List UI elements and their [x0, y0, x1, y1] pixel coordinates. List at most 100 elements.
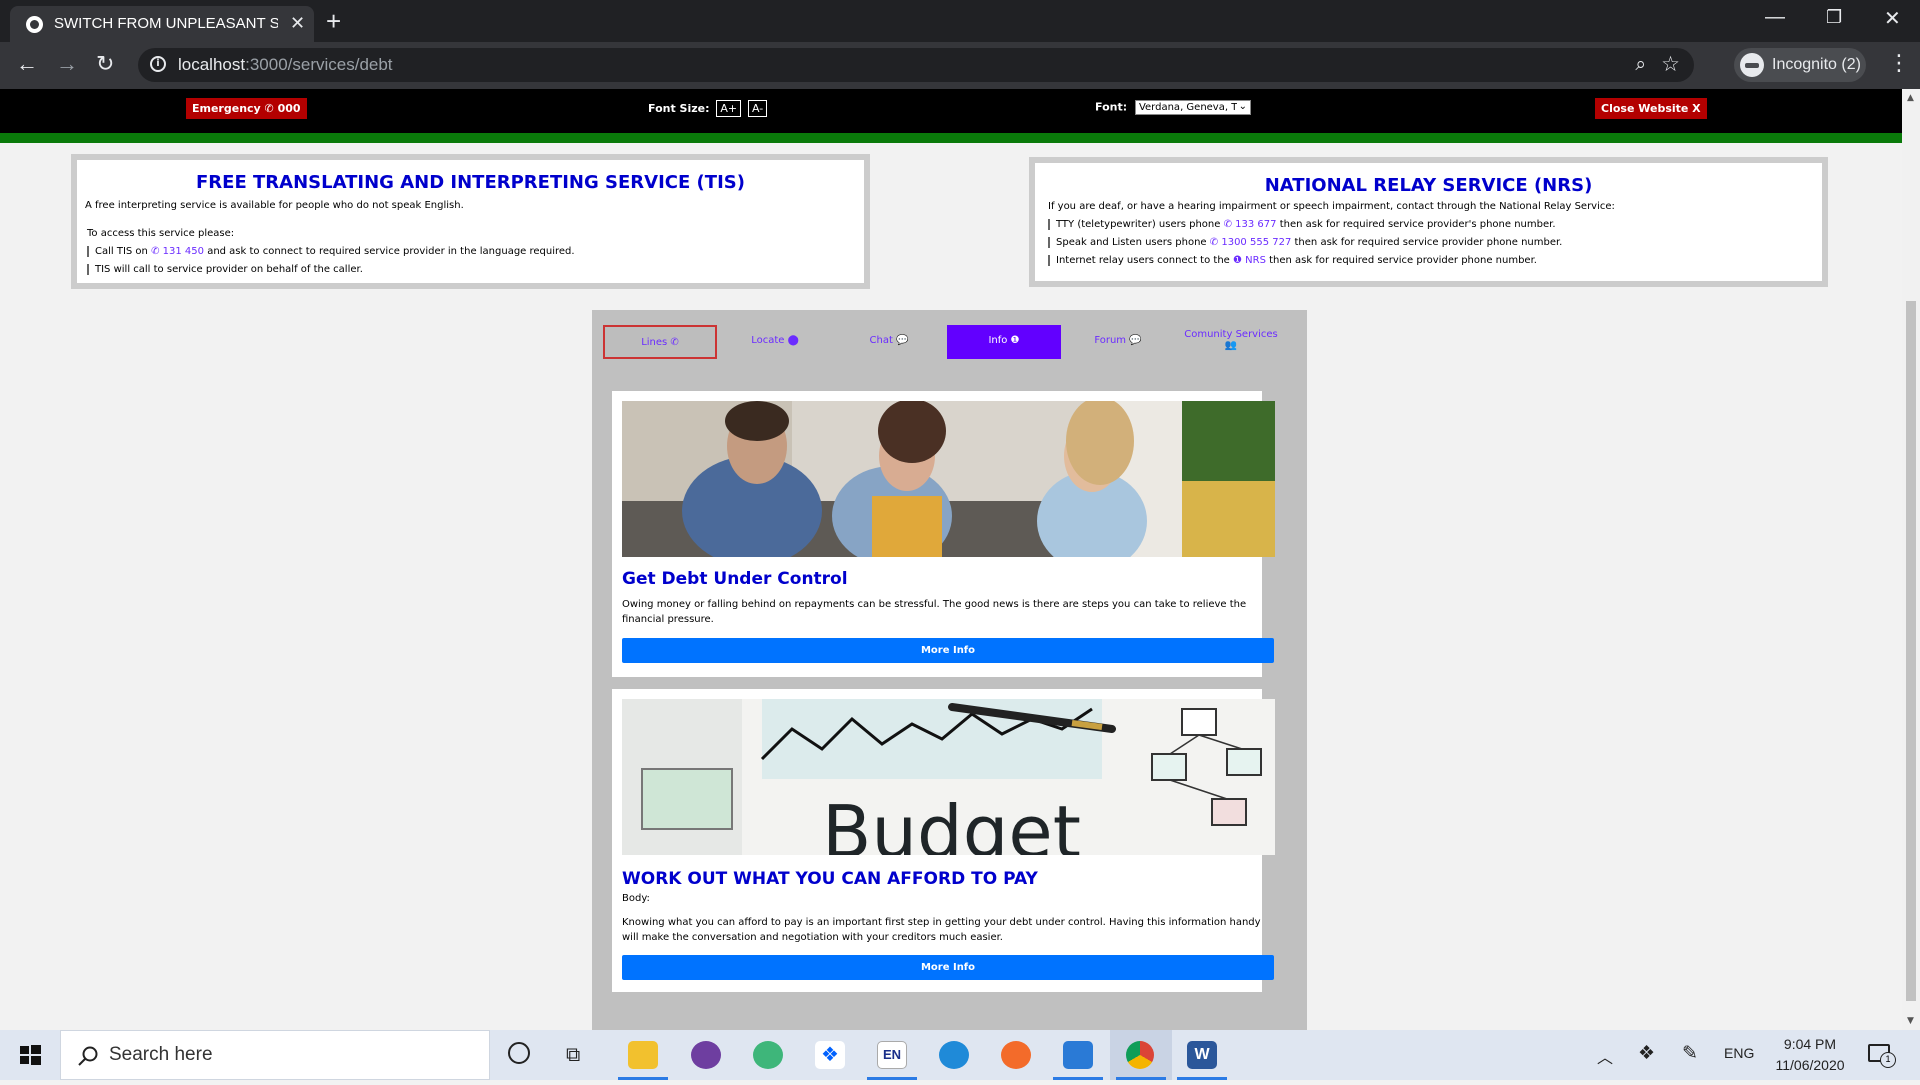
- services-panel: Lines ✆ Locate ⬤ Chat 💬 Info ❶ Forum 💬 C…: [592, 310, 1307, 1030]
- more-info-button[interactable]: More Info: [622, 955, 1274, 980]
- edge-icon[interactable]: [939, 1041, 969, 1069]
- nrs-speak-phone-link[interactable]: ✆ 1300 555 727: [1210, 237, 1292, 248]
- tis-intro: A free interpreting service is available…: [85, 200, 464, 211]
- windows-start-button[interactable]: [0, 1030, 60, 1080]
- font-family-select[interactable]: Verdana, Geneva, T ⌄: [1134, 100, 1251, 115]
- restore-button[interactable]: ❐: [1826, 7, 1842, 28]
- taskbar-search-input[interactable]: Search here: [60, 1030, 490, 1080]
- tis-step-call: Call TIS on ✆ 131 450 and ask to connect…: [87, 246, 575, 257]
- green-divider: [0, 133, 1902, 143]
- nrs-tty-post: then ask for required service provider's…: [1279, 219, 1556, 230]
- debt-control-card: Get Debt Under Control Owing money or fa…: [612, 391, 1275, 677]
- accessibility-bar: Emergency ✆ 000 Font Size: A+ A- Font: V…: [0, 89, 1902, 133]
- pen-icon[interactable]: ✎: [1682, 1042, 1698, 1065]
- reload-icon[interactable]: ↻: [96, 51, 114, 77]
- nrs-tty-phone-link[interactable]: ✆ 133 677: [1224, 219, 1277, 230]
- font-decrease-button[interactable]: A-: [747, 100, 768, 117]
- browser-menu-icon[interactable]: ⋮: [1888, 51, 1910, 76]
- browser-tab[interactable]: SWITCH FROM UNPLEASANT SC ✕: [10, 6, 314, 42]
- dropbox-icon[interactable]: ❖: [815, 1041, 845, 1069]
- chevron-down-icon: ⌄: [1236, 101, 1247, 112]
- card-body: Knowing what you can afford to pay is an…: [622, 917, 1261, 943]
- vscode-icon[interactable]: [1063, 1041, 1093, 1069]
- card-title: Get Debt Under Control: [622, 569, 848, 589]
- font-size-control: Font Size: A+ A-: [648, 100, 768, 117]
- browser-toolbar: ← → ↻ i localhost:3000/services/debt ⌕ ☆…: [0, 42, 1920, 89]
- clock-date: 11/06/2020: [1775, 1057, 1845, 1073]
- more-info-button[interactable]: More Info: [622, 638, 1274, 663]
- tis-step-call-text: Call TIS on: [95, 246, 148, 257]
- font-increase-button[interactable]: A+: [716, 100, 742, 117]
- chrome-taskbar-button[interactable]: [1110, 1030, 1172, 1080]
- notification-count: 1: [1880, 1052, 1896, 1068]
- cortana-icon[interactable]: [508, 1042, 530, 1064]
- tis-step-call-post: and ask to connect to required service p…: [207, 246, 575, 257]
- input-language[interactable]: ENG: [1724, 1045, 1754, 1061]
- card-body-label: Body:: [622, 893, 650, 904]
- windows-taskbar: Search here ⧉ ❖ EN W ︿ ❖ ✎ ENG 9:04 PM 1…: [0, 1030, 1920, 1080]
- notification-icon[interactable]: 1: [1868, 1044, 1896, 1068]
- font-label: Font:: [1095, 100, 1128, 114]
- zoom-icon[interactable]: ⌕: [1635, 53, 1646, 75]
- bookmark-star-icon[interactable]: ☆: [1661, 52, 1680, 76]
- tab-forum[interactable]: Forum 💬: [1061, 325, 1175, 359]
- system-clock[interactable]: 9:04 PM 11/06/2020: [1760, 1034, 1860, 1076]
- afford-to-pay-card: Budget WORK OUT WHAT YOU CAN AFFORD TO P…: [612, 689, 1275, 992]
- tis-phone-link[interactable]: ✆ 131 450: [151, 246, 204, 257]
- github-desktop-icon[interactable]: [691, 1041, 721, 1069]
- address-bar[interactable]: i localhost:3000/services/debt ⌕ ☆: [138, 48, 1694, 82]
- scroll-down-icon[interactable]: ▼: [1907, 1016, 1914, 1026]
- browser-tab-bar: SWITCH FROM UNPLEASANT SC ✕ + — ❐ ✕: [0, 0, 1920, 42]
- budget-photo: Budget: [622, 699, 1275, 855]
- nrs-title: NATIONAL RELAY SERVICE (NRS): [1264, 175, 1593, 196]
- tab-community-services[interactable]: Comunity Services 👥: [1174, 325, 1288, 359]
- font-family-control: Font: Verdana, Geneva, T ⌄: [1095, 100, 1251, 115]
- postman-icon[interactable]: [1001, 1041, 1031, 1069]
- site-info-icon[interactable]: i: [150, 56, 166, 72]
- url-host: localhost: [178, 55, 246, 74]
- tab-title: SWITCH FROM UNPLEASANT SC: [54, 15, 278, 32]
- forward-icon[interactable]: →: [56, 51, 78, 77]
- show-hidden-icons[interactable]: ︿: [1597, 1044, 1613, 1068]
- minimize-button[interactable]: —: [1765, 6, 1785, 29]
- budget-word: Budget: [822, 790, 1081, 855]
- dropbox-tray-icon[interactable]: ❖: [1638, 1042, 1655, 1065]
- font-size-label: Font Size:: [648, 102, 710, 115]
- tis-info-box: FREE TRANSLATING AND INTERPRETING SERVIC…: [71, 154, 870, 289]
- nrs-speak-text: Speak and Listen users phone: [1056, 237, 1207, 248]
- font-family-value: Verdana, Geneva, T: [1138, 102, 1238, 113]
- nrs-relay-text: Internet relay users connect to the: [1056, 255, 1230, 266]
- tis-step-callback: TIS will call to service provider on beh…: [87, 264, 363, 275]
- nrs-tty: TTY (teletypewriter) users phone ✆ 133 6…: [1048, 219, 1556, 230]
- nrs-intro: If you are deaf, or have a hearing impai…: [1048, 201, 1615, 212]
- page-scrollbar[interactable]: ▲ ▼: [1902, 89, 1920, 1030]
- couple-photo: [622, 401, 1275, 557]
- scroll-up-icon[interactable]: ▲: [1907, 93, 1914, 103]
- nrs-relay-link[interactable]: ❶ NRS: [1233, 255, 1266, 266]
- tis-title: FREE TRANSLATING AND INTERPRETING SERVIC…: [196, 172, 745, 193]
- nrs-tty-text: TTY (teletypewriter) users phone: [1056, 219, 1221, 230]
- tab-lines[interactable]: Lines ✆: [603, 325, 717, 359]
- close-window-button[interactable]: ✕: [1884, 6, 1901, 31]
- tab-chat[interactable]: Chat 💬: [832, 325, 946, 359]
- atom-icon[interactable]: [753, 1041, 783, 1069]
- scrollbar-thumb[interactable]: [1906, 301, 1916, 1001]
- incognito-profile-button[interactable]: Incognito (2): [1734, 48, 1866, 82]
- en-language-app-icon[interactable]: EN: [877, 1041, 907, 1069]
- back-icon[interactable]: ←: [16, 51, 38, 77]
- windows-logo-icon: [20, 1045, 41, 1065]
- emergency-button[interactable]: Emergency ✆ 000: [186, 98, 307, 119]
- task-view-icon[interactable]: ⧉: [566, 1044, 580, 1067]
- tab-locate[interactable]: Locate ⬤: [718, 325, 832, 359]
- clock-time: 9:04 PM: [1783, 1036, 1837, 1052]
- file-explorer-icon[interactable]: [628, 1041, 658, 1069]
- tab-info[interactable]: Info ❶: [947, 325, 1061, 359]
- search-placeholder: Search here: [109, 1044, 213, 1065]
- nrs-relay-post: then ask for required service provider p…: [1269, 255, 1537, 266]
- close-tab-icon[interactable]: ✕: [290, 13, 305, 34]
- close-website-button[interactable]: Close Website X: [1595, 98, 1707, 119]
- new-tab-button[interactable]: +: [326, 6, 341, 37]
- nrs-relay: Internet relay users connect to the ❶ NR…: [1048, 255, 1537, 266]
- word-icon[interactable]: W: [1187, 1041, 1217, 1069]
- chrome-icon: [1126, 1041, 1154, 1069]
